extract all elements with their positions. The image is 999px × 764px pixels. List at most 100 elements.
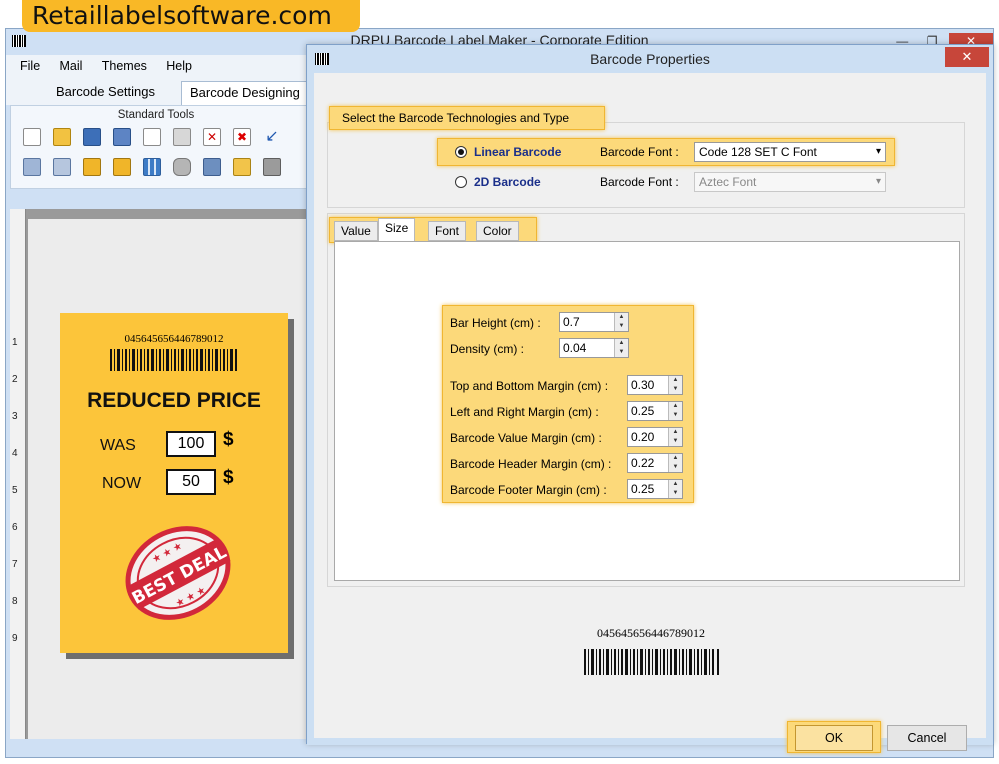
up-arrow-icon: ▲ xyxy=(618,340,625,346)
header-margin-value: 0.22 xyxy=(631,456,655,470)
down-arrow-icon: ▼ xyxy=(672,386,679,392)
linear-radio[interactable] xyxy=(455,146,467,158)
down-arrow-icon: ▼ xyxy=(618,323,625,329)
spinner-buttons[interactable]: ▲ ▼ xyxy=(614,339,628,357)
grid-icon[interactable] xyxy=(143,158,161,176)
chevron-down-icon: ▾ xyxy=(875,176,881,187)
left-right-margin-label: Left and Right Margin (cm) : xyxy=(450,405,599,419)
cut-icon[interactable]: ✕ xyxy=(203,128,221,146)
now-price-box: 50 xyxy=(166,469,216,495)
bar-height-spinner[interactable]: 0.7 ▲ ▼ xyxy=(559,312,629,332)
radio-dot xyxy=(458,149,464,155)
header-margin-label: Barcode Header Margin (cm) : xyxy=(450,457,612,471)
ruler-mark: 8 xyxy=(12,596,18,607)
menu-help[interactable]: Help xyxy=(158,55,200,77)
email-icon[interactable] xyxy=(233,158,251,176)
ruler-mark: 3 xyxy=(12,411,18,422)
ruler-mark: 6 xyxy=(12,522,18,533)
top-bottom-margin-spinner[interactable]: 0.30 ▲ ▼ xyxy=(627,375,683,395)
card-barcode xyxy=(110,349,237,371)
linear-font-select[interactable]: Code 128 SET C Font ▾ xyxy=(694,142,886,162)
spinner-buttons[interactable]: ▲ ▼ xyxy=(668,428,682,446)
ruler-mark: 4 xyxy=(12,448,18,459)
menu-file[interactable]: File xyxy=(6,55,48,77)
ruler-mark: 5 xyxy=(12,485,18,496)
was-price-box: 100 xyxy=(166,431,216,457)
now-currency: $ xyxy=(223,467,234,488)
spinner-buttons[interactable]: ▲ ▼ xyxy=(668,480,682,498)
bring-front-icon[interactable] xyxy=(23,158,41,176)
new-file-icon[interactable] xyxy=(23,128,41,146)
density-spinner[interactable]: 0.04 ▲ ▼ xyxy=(559,338,629,358)
footer-margin-label: Barcode Footer Margin (cm) : xyxy=(450,483,607,497)
tab-barcode-settings[interactable]: Barcode Settings xyxy=(48,81,163,105)
best-deal-stamp: BEST DEAL ★ ★ ★ ★ ★ ★ xyxy=(125,526,231,620)
tab-font[interactable]: Font xyxy=(428,221,467,241)
down-arrow-icon: ▼ xyxy=(618,349,625,355)
up-arrow-icon: ▲ xyxy=(672,429,679,435)
bar-height-label: Bar Height (cm) : xyxy=(450,316,541,330)
left-right-margin-spinner[interactable]: 0.25 ▲ ▼ xyxy=(627,401,683,421)
ruler-mark: 7 xyxy=(12,559,18,570)
tech-legend: Select the Barcode Technologies and Type xyxy=(329,106,605,130)
cancel-button[interactable]: Cancel xyxy=(887,725,967,751)
2d-font-label: Barcode Font : xyxy=(600,175,679,189)
2d-radio[interactable] xyxy=(455,176,467,188)
dialog-title: Barcode Properties xyxy=(590,51,710,67)
print-icon[interactable] xyxy=(263,158,281,176)
barcode-app-icon xyxy=(12,35,26,47)
menu-themes[interactable]: Themes xyxy=(94,55,155,77)
was-currency: $ xyxy=(223,429,234,450)
value-margin-spinner[interactable]: 0.20 ▲ ▼ xyxy=(627,427,683,447)
bar-height-value: 0.7 xyxy=(563,315,580,329)
unlock-icon[interactable] xyxy=(113,158,131,176)
up-arrow-icon: ▲ xyxy=(672,481,679,487)
value-margin-label: Barcode Value Margin (cm) : xyxy=(450,431,602,445)
tab-color[interactable]: Color xyxy=(476,221,519,241)
was-label: WAS xyxy=(100,437,136,454)
spinner-buttons[interactable]: ▲ ▼ xyxy=(668,454,682,472)
spinner-buttons[interactable]: ▲ ▼ xyxy=(614,313,628,331)
2d-font-select[interactable]: Aztec Font ▾ xyxy=(694,172,886,192)
footer-margin-spinner[interactable]: 0.25 ▲ ▼ xyxy=(627,479,683,499)
paste-icon[interactable] xyxy=(173,128,191,146)
barcode-properties-dialog: Barcode Properties ✕ Select the Barcode … xyxy=(306,44,994,753)
save-icon[interactable] xyxy=(83,128,101,146)
2d-font-value: Aztec Font xyxy=(699,175,757,189)
tab-barcode-designing[interactable]: Barcode Designing xyxy=(181,81,309,105)
export-icon[interactable] xyxy=(203,158,221,176)
linear-barcode-label[interactable]: Linear Barcode xyxy=(474,145,561,159)
down-arrow-icon: ▼ xyxy=(672,490,679,496)
undo-icon[interactable]: ↙ xyxy=(263,128,281,146)
tab-size[interactable]: Size xyxy=(378,218,416,241)
tab-value[interactable]: Value xyxy=(334,221,378,241)
standard-tools-label: Standard Tools xyxy=(117,109,195,121)
save-as-icon[interactable] xyxy=(113,128,131,146)
card-title: REDUCED PRICE xyxy=(87,389,261,412)
down-arrow-icon: ▼ xyxy=(672,438,679,444)
spinner-buttons[interactable]: ▲ ▼ xyxy=(668,402,682,420)
footer-margin-value: 0.25 xyxy=(631,482,655,496)
dialog-body: Select the Barcode Technologies and Type… xyxy=(307,73,993,753)
dialog-close-button[interactable]: ✕ xyxy=(945,47,989,67)
send-back-icon[interactable] xyxy=(53,158,71,176)
delete-icon[interactable]: ✖ xyxy=(233,128,251,146)
card-barcode-number: 045645656446789012 xyxy=(124,333,224,345)
header-margin-spinner[interactable]: 0.22 ▲ ▼ xyxy=(627,453,683,473)
top-bottom-margin-value: 0.30 xyxy=(631,378,655,392)
ok-button[interactable]: OK xyxy=(795,725,873,751)
lock-icon[interactable] xyxy=(83,158,101,176)
density-value: 0.04 xyxy=(563,341,587,355)
up-arrow-icon: ▲ xyxy=(672,403,679,409)
up-arrow-icon: ▲ xyxy=(618,314,625,320)
dialog-title-bar: Barcode Properties ✕ xyxy=(307,45,993,73)
density-label: Density (cm) : xyxy=(450,342,525,356)
watermark-banner: Retaillabelsoftware.com xyxy=(22,0,360,32)
menu-mail[interactable]: Mail xyxy=(52,55,91,77)
price-label-card[interactable]: 045645656446789012 REDUCED PRICE WAS 100… xyxy=(60,313,288,653)
database-icon[interactable] xyxy=(173,158,191,176)
2d-barcode-label[interactable]: 2D Barcode xyxy=(474,175,541,189)
open-folder-icon[interactable] xyxy=(53,128,71,146)
spinner-buttons[interactable]: ▲ ▼ xyxy=(668,376,682,394)
copy-icon[interactable] xyxy=(143,128,161,146)
